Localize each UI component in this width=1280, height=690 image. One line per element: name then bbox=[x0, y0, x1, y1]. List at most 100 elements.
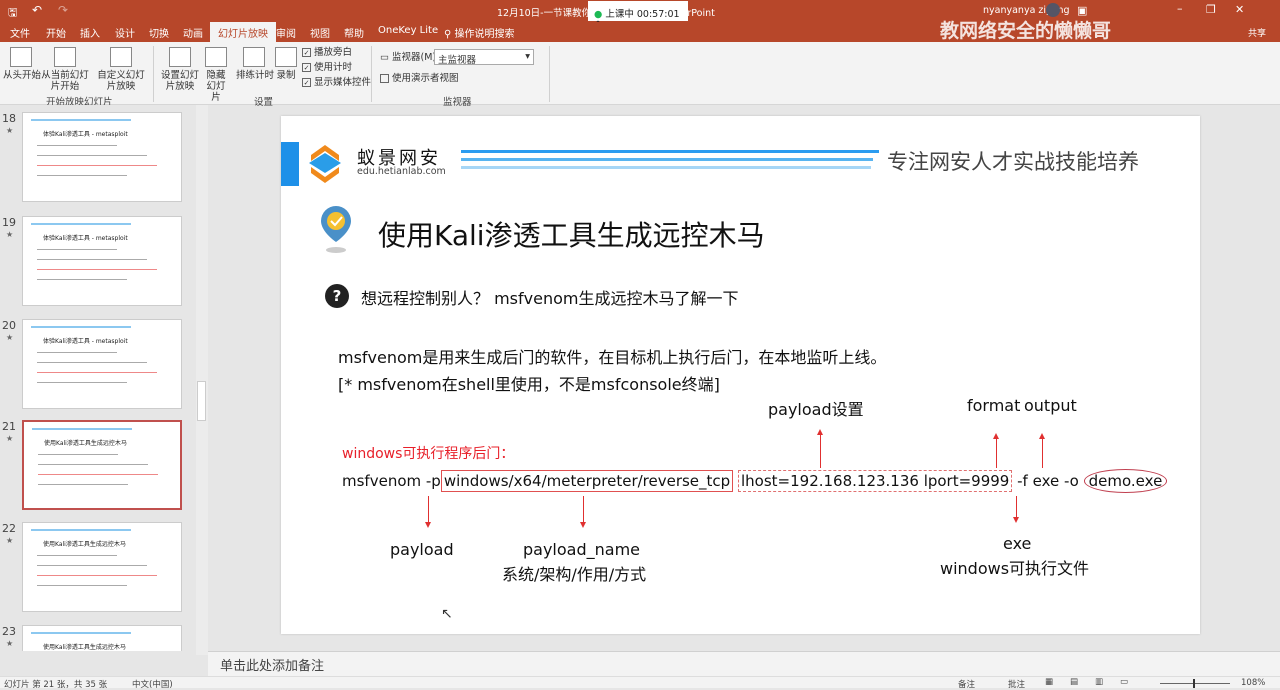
show-media-checkbox[interactable]: ✓ 显示媒体控件 bbox=[302, 77, 371, 88]
scrollbar-thumb[interactable] bbox=[197, 381, 206, 421]
status-bar: 幻灯片 第 21 张，共 35 张 中文(中国) 备注 批注 ▦ ▤ ▥ ▭ 1… bbox=[0, 676, 1280, 690]
payload-name-label: payload_name bbox=[523, 540, 640, 559]
watermark-overlay: 教网络安全的懒懒哥 bbox=[940, 20, 1112, 42]
comments-button[interactable]: 批注 bbox=[1008, 678, 1025, 690]
tab-animations[interactable]: 动画 bbox=[183, 25, 203, 40]
hide-slide-button[interactable]: 隐藏幻灯片 bbox=[202, 47, 230, 103]
transition-star-icon: ★ bbox=[6, 333, 14, 342]
thumbnail-title: 体验Kali渗透工具 - metasploit bbox=[43, 235, 128, 242]
normal-view-icon[interactable]: ▦ bbox=[1045, 677, 1053, 687]
slide-scrollbar[interactable] bbox=[1272, 105, 1280, 651]
thumbnail-number: 19 bbox=[2, 216, 16, 229]
transition-star-icon: ★ bbox=[6, 126, 14, 135]
payload-label: payload bbox=[390, 540, 454, 559]
from-current-button[interactable]: 从当前幻灯片开始 bbox=[40, 47, 90, 92]
thumbnail-scrollbar[interactable] bbox=[196, 105, 208, 655]
tab-file[interactable]: 文件 bbox=[10, 25, 30, 40]
group-label-monitor: 监视器 bbox=[443, 97, 472, 108]
rehearse-button[interactable]: 排练计时 bbox=[236, 47, 274, 81]
thumbnail-number: 22 bbox=[2, 522, 16, 535]
timer-icon bbox=[243, 47, 265, 67]
slide-thumbnail[interactable]: 使用Kali渗透工具生成远控木马 bbox=[22, 522, 182, 612]
slide-canvas[interactable]: 蚁景网安 edu.hetianlab.com 专注网安人才实战技能培养 使用Ka… bbox=[281, 116, 1200, 634]
avatar[interactable] bbox=[1046, 3, 1060, 17]
zoom-level[interactable]: 108% bbox=[1241, 678, 1265, 688]
cmd-format-output-flags: -f exe -o bbox=[1017, 472, 1079, 490]
close-button[interactable]: ✕ bbox=[1235, 3, 1244, 16]
format-label: format bbox=[967, 396, 1021, 415]
cmd-p-flag: -p bbox=[425, 472, 441, 490]
slide-thumbnail[interactable]: 体验Kali渗透工具 - metasploit bbox=[22, 216, 182, 306]
thumbnail-title: 体验Kali渗透工具 - metasploit bbox=[43, 338, 128, 345]
record-icon bbox=[275, 47, 297, 67]
slide-thumbnail[interactable]: 体验Kali渗透工具 - metasploit bbox=[22, 112, 182, 202]
minimize-button[interactable]: – bbox=[1177, 2, 1183, 15]
language[interactable]: 中文(中国) bbox=[132, 678, 173, 690]
setup-show-button[interactable]: 设置幻灯片放映 bbox=[160, 47, 200, 92]
reading-view-icon[interactable]: ▥ bbox=[1095, 677, 1103, 687]
setup-icon bbox=[169, 47, 191, 67]
payload-desc-label: 系统/架构/作用/方式 bbox=[502, 565, 647, 584]
thumbnail-title: 使用Kali渗透工具生成远控木马 bbox=[43, 541, 126, 548]
logo-icon bbox=[309, 145, 341, 183]
save-icon[interactable]: 🖫 bbox=[8, 4, 17, 23]
slide-sorter-icon[interactable]: ▤ bbox=[1070, 677, 1078, 687]
paragraph-1: msfvenom是用来生成后门的软件，在目标机上执行后门，在本地监听上线。 bbox=[338, 348, 887, 367]
chevron-down-icon: ▾ bbox=[525, 51, 530, 62]
notes-placeholder[interactable]: 单击此处添加备注 bbox=[220, 659, 324, 674]
hide-slide-icon bbox=[205, 47, 227, 67]
cmd-output-file: demo.exe bbox=[1083, 469, 1168, 493]
output-label: output bbox=[1024, 396, 1077, 415]
meeting-time: 00:57:01 bbox=[636, 9, 680, 20]
notes-button[interactable]: 备注 bbox=[958, 678, 975, 690]
map-pin-check-icon bbox=[321, 206, 351, 253]
tab-help[interactable]: 帮助 bbox=[344, 25, 364, 40]
slideshow-current-icon bbox=[54, 47, 76, 67]
tab-view[interactable]: 视图 bbox=[310, 25, 330, 40]
presenter-view-checkbox[interactable]: 使用演示者视图 bbox=[380, 73, 459, 84]
zoom-slider[interactable] bbox=[1160, 679, 1230, 688]
tab-search[interactable]: ⚲ 操作说明搜索 bbox=[444, 25, 515, 40]
play-narration-checkbox[interactable]: ✓ 播放旁白 bbox=[302, 47, 352, 58]
search-label: 操作说明搜索 bbox=[454, 29, 515, 40]
tab-onekey[interactable]: OneKey Lite bbox=[378, 25, 438, 36]
redo-icon[interactable]: ↷ bbox=[58, 3, 68, 17]
monitor-select[interactable]: 主监视器 ▾ bbox=[434, 49, 534, 66]
undo-icon[interactable]: ↶ bbox=[32, 3, 42, 17]
question-icon: ? bbox=[325, 284, 349, 308]
thumbnail-number: 18 bbox=[2, 112, 16, 125]
cmd-msfvenom: msfvenom bbox=[342, 472, 422, 490]
tab-slideshow[interactable]: 幻灯片放映 bbox=[210, 22, 276, 42]
slide-title: 使用Kali渗透工具生成远控木马 bbox=[378, 219, 765, 252]
mouse-cursor-icon: ↖ bbox=[441, 606, 453, 622]
slide-thumbnail[interactable]: 使用Kali渗透工具生成远控木马 bbox=[22, 420, 182, 510]
transition-star-icon: ★ bbox=[6, 434, 14, 443]
slide-thumbnail[interactable]: 使用Kali渗透工具生成远控木马 bbox=[22, 625, 182, 651]
custom-show-button[interactable]: 自定义幻灯片放映 bbox=[96, 47, 146, 92]
tab-home[interactable]: 开始 bbox=[46, 25, 66, 40]
ribbon: 从头开始 从当前幻灯片开始 自定义幻灯片放映 开始放映幻灯片 设置幻灯片放映 隐… bbox=[0, 42, 1280, 108]
thumbnail-title: 使用Kali渗透工具生成远控木马 bbox=[44, 440, 127, 447]
cmd-payload: windows/x64/meterpreter/reverse_tcp bbox=[440, 470, 734, 492]
tab-design[interactable]: 设计 bbox=[115, 25, 135, 40]
thumbnail-number: 20 bbox=[2, 319, 16, 332]
slide-thumbnail[interactable]: 体验Kali渗透工具 - metasploit bbox=[22, 319, 182, 409]
thumbnail-number: 23 bbox=[2, 625, 16, 638]
slideshow-view-icon[interactable]: ▭ bbox=[1120, 677, 1128, 687]
meeting-status: 上课中 bbox=[605, 9, 634, 20]
share-button[interactable]: 共享 bbox=[1248, 26, 1266, 39]
command-line: msfvenom -p windows/x64/meterpreter/rever… bbox=[342, 469, 1168, 493]
use-timings-checkbox[interactable]: ✓ 使用计时 bbox=[302, 62, 352, 73]
slogan: 专注网安人才实战技能培养 bbox=[887, 150, 1139, 174]
tab-transitions[interactable]: 切换 bbox=[149, 25, 169, 40]
paragraph-2: [* msfvenom在shell里使用，不是msfconsole终端] bbox=[338, 375, 720, 394]
meeting-badge[interactable]: ● 上课中 00:57:01 ^ bbox=[588, 1, 688, 31]
tab-review[interactable]: 审阅 bbox=[276, 25, 296, 40]
question-text: 想远程控制别人？ msfvenom生成远控木马了解一下 bbox=[361, 289, 739, 308]
tab-insert[interactable]: 插入 bbox=[80, 25, 100, 40]
notes-pane[interactable]: 单击此处添加备注 bbox=[208, 651, 1280, 676]
record-button[interactable]: 录制 bbox=[274, 47, 298, 81]
restore-button[interactable]: ❐ bbox=[1206, 3, 1216, 16]
from-start-button[interactable]: 从头开始 bbox=[3, 47, 41, 81]
monitor-icon: ▭ bbox=[380, 52, 389, 63]
